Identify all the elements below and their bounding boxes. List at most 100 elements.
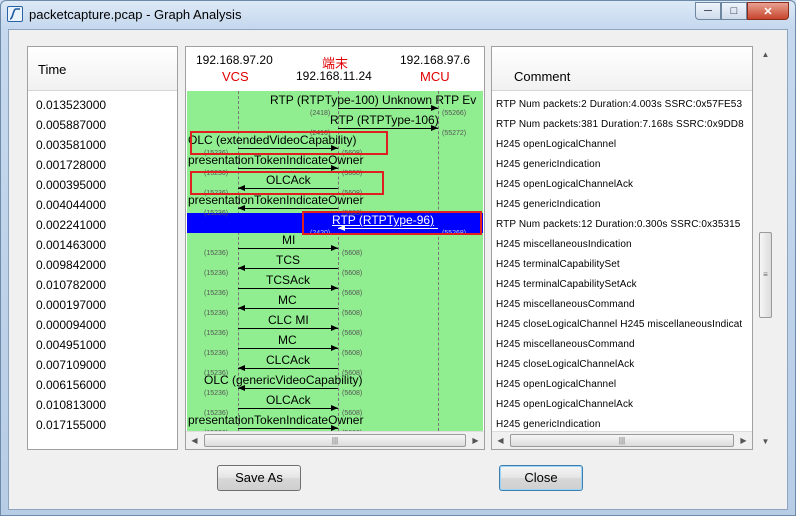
comment-row[interactable]: H245 miscellaneousIndication <box>496 235 632 255</box>
message-arrow[interactable] <box>238 288 338 289</box>
time-row[interactable]: 0.000197000 <box>36 295 106 315</box>
message-label[interactable]: MC <box>278 334 297 347</box>
comment-row[interactable]: H245 openLogicalChannel <box>496 135 616 155</box>
message-arrow[interactable] <box>338 128 438 129</box>
minimize-button[interactable]: ─ <box>695 2 721 20</box>
comment-scroll-thumb[interactable]: ||| <box>510 434 734 447</box>
comment-row[interactable]: RTP Num packets:2 Duration:4.003s SSRC:0… <box>496 95 742 115</box>
time-list-panel[interactable]: Time 0.013523000 0.005887000 0.003581000 0.… <box>27 46 178 450</box>
comment-row[interactable]: H245 terminalCapabilitySetAck <box>496 275 637 295</box>
message-label[interactable]: presentationTokenIndicateOwner <box>188 154 363 167</box>
message-arrow[interactable] <box>338 108 438 109</box>
time-row[interactable]: 0.006156000 <box>36 375 106 395</box>
message-arrow[interactable] <box>238 428 338 429</box>
message-label[interactable]: presentationTokenIndicateOwner <box>188 194 363 207</box>
message-label[interactable]: OLCAck <box>266 394 311 407</box>
time-row[interactable]: 0.001728000 <box>36 155 106 175</box>
comment-row[interactable]: H245 openLogicalChannel <box>496 375 616 395</box>
time-row[interactable]: 0.001463000 <box>36 235 106 255</box>
dest-port-label: (5608) <box>342 310 363 317</box>
arrowhead-icon <box>238 305 245 311</box>
time-row[interactable]: 0.005887000 <box>36 115 106 135</box>
message-label[interactable]: presentationTokenIndicateOwner <box>188 414 363 427</box>
message-label[interactable]: MC <box>278 294 297 307</box>
source-port-label: (15236) <box>204 210 229 217</box>
time-row[interactable]: 0.000094000 <box>36 315 106 335</box>
comment-row[interactable]: H245 terminalCapabilitySet <box>496 255 620 275</box>
arrowhead-icon <box>238 365 245 371</box>
time-row[interactable]: 0.002241000 <box>36 215 106 235</box>
comment-scroll-right-icon[interactable]: ▶ <box>735 432 752 449</box>
message-arrow[interactable] <box>238 208 338 209</box>
vertical-scroll-thumb[interactable]: ≡ <box>759 232 772 318</box>
message-arrow[interactable] <box>238 308 338 309</box>
source-port-label: (15236) <box>204 250 229 257</box>
message-label[interactable]: RTP (RTPType-106) <box>330 114 439 127</box>
time-row[interactable]: 0.010813000 <box>36 395 106 415</box>
message-arrow[interactable] <box>238 268 338 269</box>
scroll-left-icon[interactable]: ◀ <box>186 432 203 449</box>
message-arrow[interactable] <box>238 168 338 169</box>
message-arrow[interactable] <box>238 368 338 369</box>
scroll-up-icon[interactable]: ▲ <box>757 46 774 63</box>
message-label[interactable]: MI <box>282 234 295 247</box>
time-row[interactable]: 0.007109000 <box>36 355 106 375</box>
dest-port-label: (5608) <box>342 290 363 297</box>
comment-row[interactable]: H245 genericIndication <box>496 195 601 215</box>
time-row[interactable]: 0.004951000 <box>36 335 106 355</box>
comment-column-header[interactable]: Comment <box>492 47 752 91</box>
comment-scroll-left-icon[interactable]: ◀ <box>492 432 509 449</box>
save-as-button[interactable]: Save As <box>217 465 301 491</box>
comment-row[interactable]: H245 closeLogicalChannel H245 miscellane… <box>496 315 742 335</box>
title-bar[interactable]: packetcapture.pcap - Graph Analysis ─ □ … <box>1 1 795 28</box>
time-row[interactable]: 0.004044000 <box>36 195 106 215</box>
comment-row[interactable]: RTP Num packets:12 Duration:0.300s SSRC:… <box>496 215 740 235</box>
close-button[interactable]: Close <box>499 465 583 491</box>
message-arrow[interactable] <box>238 408 338 409</box>
app-icon <box>7 6 23 22</box>
time-row[interactable]: 0.000395000 <box>36 175 106 195</box>
message-arrow[interactable] <box>238 328 338 329</box>
message-label[interactable]: CLCAck <box>266 354 310 367</box>
comment-row[interactable]: H245 miscellaneousCommand <box>496 335 635 355</box>
message-label[interactable]: TCS <box>276 254 300 267</box>
flow-graph-panel[interactable]: 192.168.97.20 VCS 192.168.11.24 端末 192.168.9… <box>185 46 485 450</box>
close-window-button[interactable]: ✕ <box>747 2 789 20</box>
source-port-label: (15236) <box>204 290 229 297</box>
comment-row[interactable]: RTP Num packets:381 Duration:7.168s SSRC… <box>496 115 744 135</box>
message-label[interactable]: TCSAck <box>266 274 310 287</box>
dest-port-label: (5608) <box>342 350 363 357</box>
comment-row[interactable]: H245 openLogicalChannelAck <box>496 175 633 195</box>
comment-row[interactable]: H245 openLogicalChannelAck <box>496 395 633 415</box>
time-row[interactable]: 0.017155000 <box>36 415 106 435</box>
time-row[interactable]: 0.010782000 <box>36 275 106 295</box>
comment-row[interactable]: H245 closeLogicalChannelAck <box>496 355 634 375</box>
graph-scroll-thumb[interactable]: ||| <box>204 434 466 447</box>
comment-row[interactable]: H245 miscellaneousCommand <box>496 295 635 315</box>
source-port-label: (15236) <box>204 270 229 277</box>
time-row[interactable]: 0.009842000 <box>36 255 106 275</box>
node-name-label: 端末 <box>322 56 349 71</box>
message-label[interactable]: OLC (genericVideoCapability) <box>204 374 363 387</box>
time-row[interactable]: 0.013523000 <box>36 95 106 115</box>
arrowhead-icon <box>331 325 338 331</box>
scroll-right-icon[interactable]: ▶ <box>467 432 484 449</box>
graph-horizontal-scrollbar[interactable]: ◀ ||| ▶ <box>186 431 484 449</box>
message-label[interactable]: RTP (RTPType-100) Unknown RTP Ev <box>270 94 476 107</box>
comment-list-panel[interactable]: Comment RTP Num packets:2 Duration:4.003… <box>491 46 753 450</box>
time-row[interactable]: 0.003581000 <box>36 135 106 155</box>
source-port-label: (2418) <box>310 110 331 117</box>
message-label[interactable]: CLC MI <box>268 314 309 327</box>
source-port-label: (15236) <box>204 310 229 317</box>
message-arrow[interactable] <box>238 248 338 249</box>
source-port-label: (15236) <box>204 390 229 397</box>
comment-row[interactable]: H245 genericIndication <box>496 155 601 175</box>
maximize-button[interactable]: □ <box>721 2 747 20</box>
scroll-down-icon[interactable]: ▼ <box>757 433 774 450</box>
flow-graph-area[interactable]: 192.168.97.20 VCS 192.168.11.24 端末 192.168.9… <box>186 47 484 431</box>
message-arrow[interactable] <box>238 348 338 349</box>
message-arrow[interactable] <box>238 388 338 389</box>
vertical-scrollbar[interactable]: ▲ ≡ ▼ <box>757 46 774 450</box>
comment-horizontal-scrollbar[interactable]: ◀ ||| ▶ <box>492 431 752 449</box>
time-column-header[interactable]: Time <box>28 47 177 91</box>
